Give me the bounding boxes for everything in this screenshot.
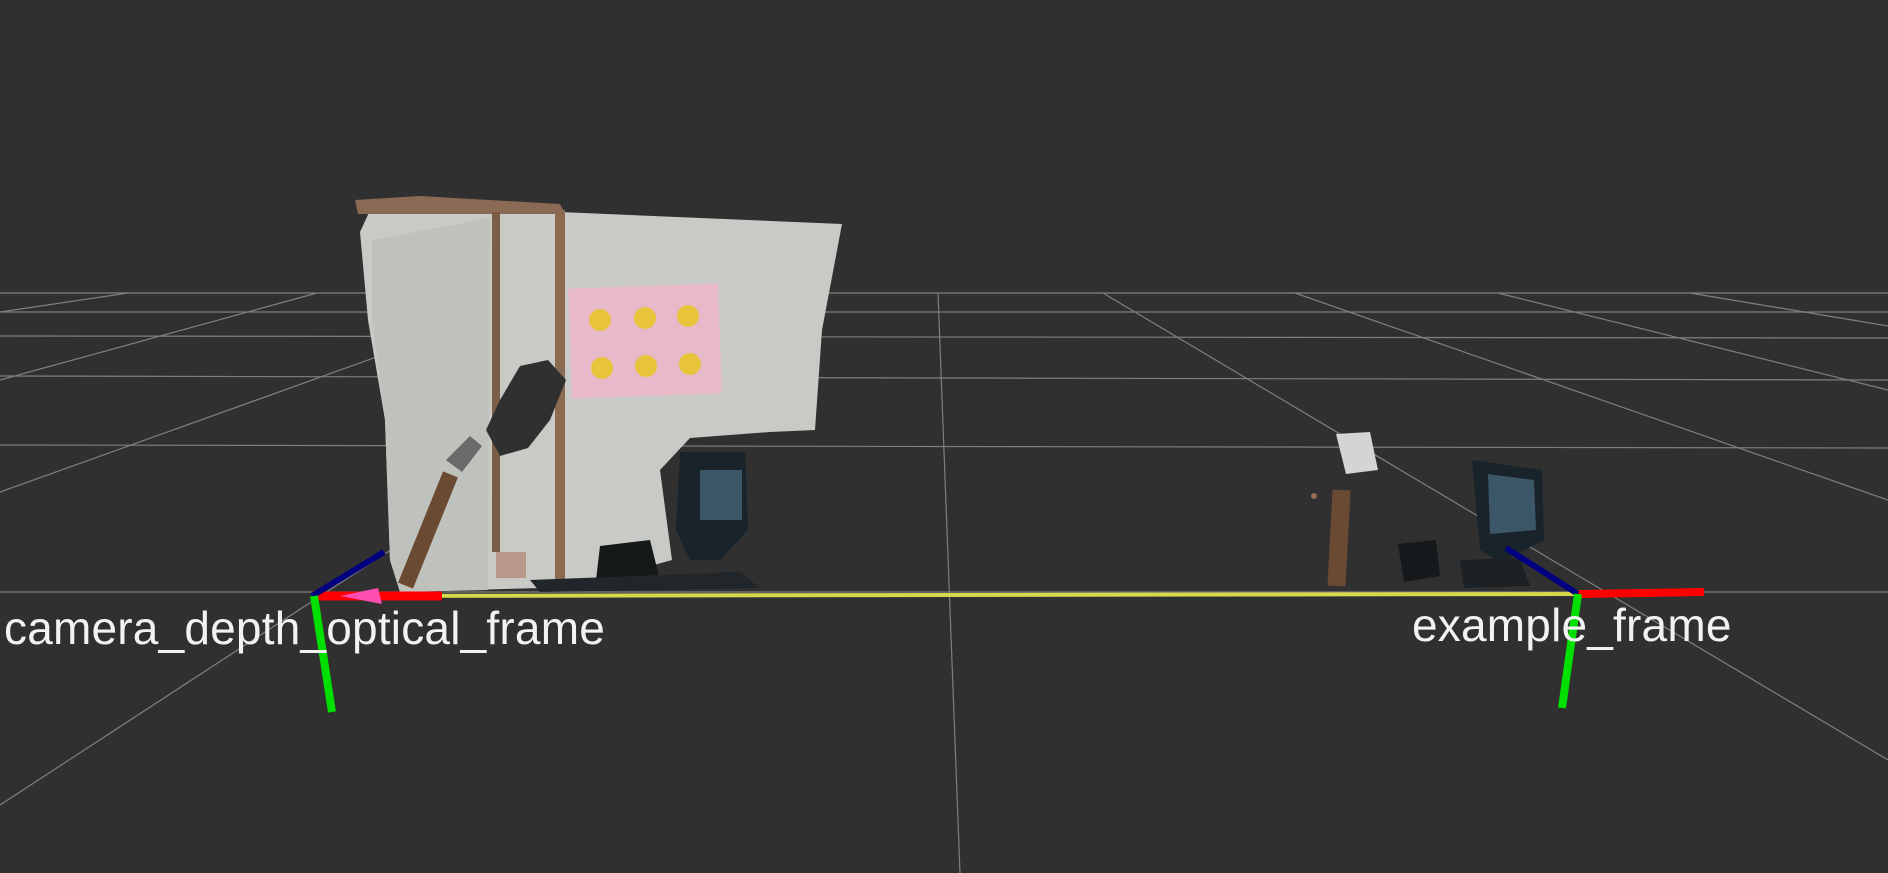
frame-label-example: example_frame [1412, 599, 1732, 651]
rviz-3d-viewport[interactable]: camera_depth_optical_frame example_frame [0, 0, 1888, 873]
3d-scene[interactable] [0, 0, 1888, 873]
ground-grid [0, 292, 1888, 873]
poster [568, 283, 722, 399]
transformed-pointcloud [1311, 432, 1544, 588]
x-axis-red [1577, 588, 1705, 598]
tf-link-line [311, 592, 1579, 598]
original-pointcloud [355, 196, 842, 592]
frame-label-camera: camera_depth_optical_frame [4, 602, 605, 654]
